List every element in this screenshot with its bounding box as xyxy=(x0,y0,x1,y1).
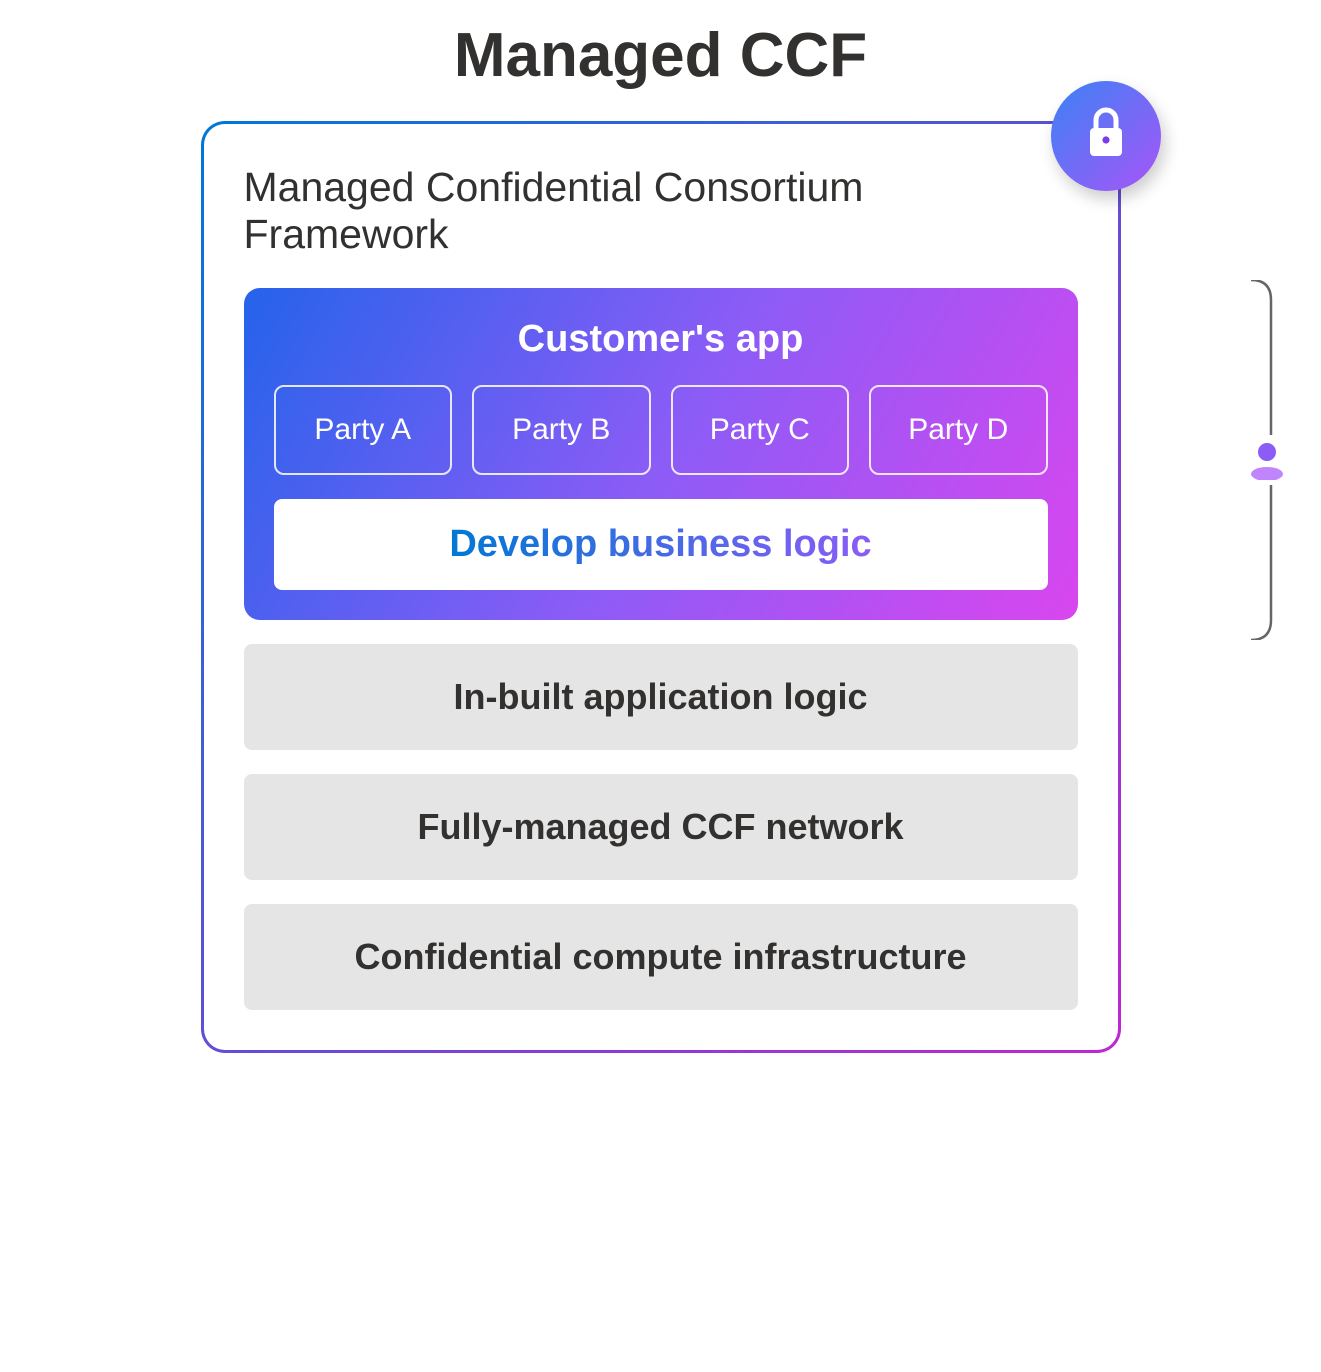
page-title: Managed CCF xyxy=(40,20,1281,91)
user-icon xyxy=(1249,440,1285,485)
customer-app-title: Customer's app xyxy=(274,318,1048,361)
lock-badge xyxy=(1051,81,1161,191)
customer-app-box: Customer's app Party A Party B Party C P… xyxy=(244,288,1078,620)
panel-subtitle: Managed Confidential Consortium Framewor… xyxy=(244,164,1078,258)
parties-row: Party A Party B Party C Party D xyxy=(274,385,1048,475)
layer-ccf-network: Fully-managed CCF network xyxy=(244,774,1078,880)
layer-compute-infra: Confidential compute infrastructure xyxy=(244,904,1078,1010)
develop-label: Develop business logic xyxy=(449,523,871,565)
party-box: Party A xyxy=(274,385,453,475)
party-box: Party B xyxy=(472,385,651,475)
diagram-container: Managed CCF Managed Confidential Consort… xyxy=(0,0,1321,1073)
develop-bar: Develop business logic xyxy=(274,499,1048,590)
main-panel-border: Managed Confidential Consortium Framewor… xyxy=(201,121,1121,1053)
main-panel: Managed Confidential Consortium Framewor… xyxy=(204,124,1118,1050)
party-box: Party C xyxy=(671,385,850,475)
lock-icon xyxy=(1082,106,1130,167)
layer-app-logic: In-built application logic xyxy=(244,644,1078,750)
side-bracket xyxy=(1251,280,1291,640)
party-box: Party D xyxy=(869,385,1048,475)
